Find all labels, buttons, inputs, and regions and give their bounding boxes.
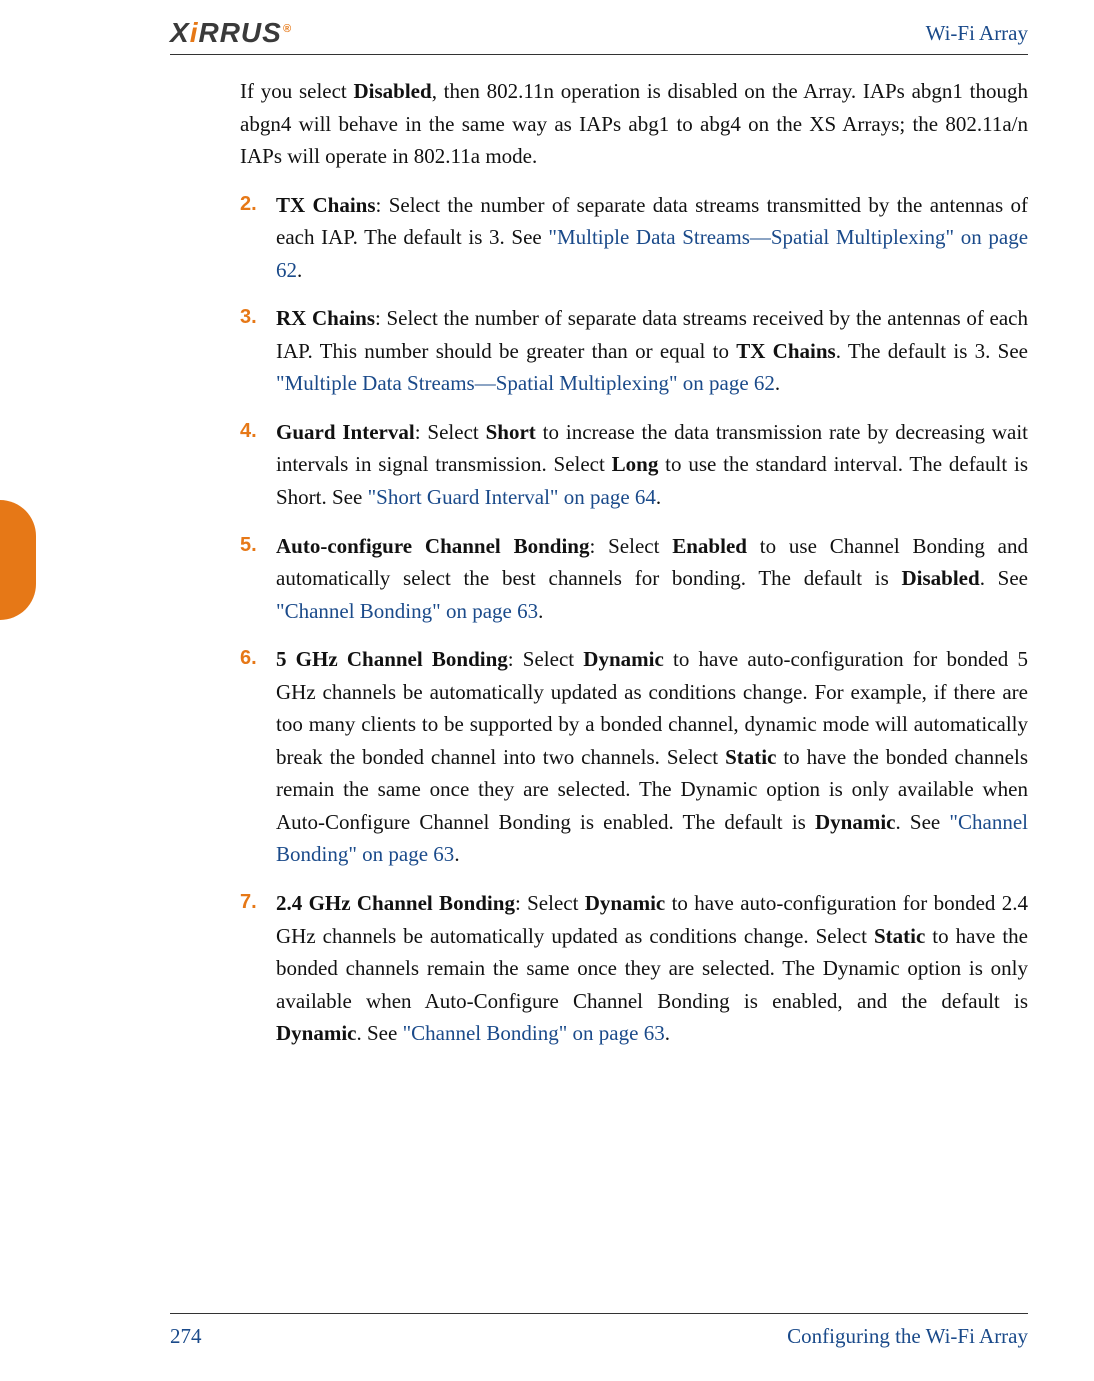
section-title: Configuring the Wi-Fi Array: [787, 1324, 1028, 1349]
list-item: 3. RX Chains: Select the number of separ…: [240, 302, 1028, 400]
page-header: XiRRUS® Wi-Fi Array: [170, 15, 1028, 55]
brand-logo: XiRRUS®: [170, 17, 292, 49]
logo-text-right: RRUS: [198, 17, 281, 48]
list-item: 4. Guard Interval: Select Short to incre…: [240, 416, 1028, 514]
list-number: 4.: [240, 416, 257, 447]
list-item: 2. TX Chains: Select the number of separ…: [240, 189, 1028, 287]
page-number: 274: [170, 1324, 202, 1349]
list-number: 5.: [240, 530, 257, 561]
section-tab-marker: [0, 500, 36, 620]
intro-paragraph: If you select Disabled, then 802.11n ope…: [240, 75, 1028, 173]
document-title: Wi-Fi Array: [926, 21, 1028, 46]
cross-reference-link[interactable]: "Channel Bonding" on page 63: [403, 1021, 665, 1045]
cross-reference-link[interactable]: "Short Guard Interval" on page 64: [368, 485, 656, 509]
list-item: 6. 5 GHz Channel Bonding: Select Dynamic…: [240, 643, 1028, 871]
page-content: If you select Disabled, then 802.11n ope…: [240, 75, 1028, 1066]
list-number: 6.: [240, 643, 257, 674]
page-footer: 274 Configuring the Wi-Fi Array: [170, 1313, 1028, 1349]
list-number: 2.: [240, 189, 257, 220]
list-item: 7. 2.4 GHz Channel Bonding: Select Dynam…: [240, 887, 1028, 1050]
list-number: 7.: [240, 887, 257, 918]
list-item: 5. Auto-configure Channel Bonding: Selec…: [240, 530, 1028, 628]
logo-text-left: X: [170, 17, 190, 48]
trademark-icon: ®: [283, 23, 292, 35]
cross-reference-link[interactable]: "Multiple Data Streams—Spatial Multiplex…: [276, 371, 775, 395]
list-number: 3.: [240, 302, 257, 333]
cross-reference-link[interactable]: "Channel Bonding" on page 63: [276, 599, 538, 623]
